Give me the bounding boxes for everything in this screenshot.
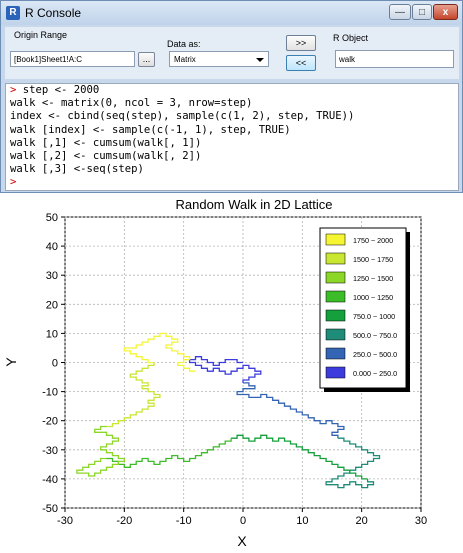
legend-swatch (325, 366, 346, 379)
console-line: walk [index] <- sample(c(-1, 1), step, T… (10, 123, 291, 136)
get-from-r-button[interactable]: << (286, 55, 316, 71)
x-axis-label: X (237, 533, 247, 549)
chart-title: Random Walk in 2D Lattice (175, 197, 332, 212)
maximize-button[interactable]: □ (412, 4, 432, 20)
x-tick-label: 10 (296, 515, 308, 527)
legend-label: 500.0 ~ 750.0 (353, 331, 397, 340)
legend-swatch (325, 347, 346, 360)
legend-box (319, 227, 407, 389)
legend-label: 0.000 ~ 250.0 (353, 369, 397, 378)
console-prompt: > (10, 176, 17, 189)
x-tick-label: 20 (356, 515, 368, 527)
x-tick-label: 30 (415, 515, 427, 527)
y-tick-label: -40 (42, 474, 58, 486)
r-app-icon: R (6, 6, 20, 20)
console-line-prompt: > (10, 176, 458, 189)
r-console-window: R R Console — □ x Origin Range [Book1]Sh… (0, 0, 463, 193)
y-tick-label: -20 (42, 416, 58, 428)
close-button[interactable]: x (433, 4, 458, 20)
console-line: walk [,2] <- cumsum(walk[, 2]) (10, 150, 202, 163)
legend-label: 1000 ~ 1250 (353, 293, 393, 302)
legend-label: 1500 ~ 1750 (353, 255, 393, 264)
legend-swatch (325, 290, 346, 303)
send-to-r-button[interactable]: >> (286, 35, 316, 51)
legend-label: 250.0 ~ 500.0 (353, 350, 397, 359)
data-as-select[interactable]: Matrix (169, 51, 269, 67)
legend-swatch (325, 328, 346, 341)
legend-swatch (325, 271, 346, 284)
y-tick-label: -30 (42, 445, 58, 457)
data-as-value: Matrix (174, 55, 196, 64)
y-tick-label: 30 (46, 270, 58, 282)
controls-panel: Origin Range [Book1]Sheet1!A:C ... Data … (5, 27, 459, 79)
minimize-button[interactable]: — (389, 4, 411, 20)
legend-swatch (325, 252, 346, 265)
y-tick-label: 0 (52, 358, 58, 370)
y-tick-label: 20 (46, 299, 58, 311)
console-line: index <- cbind(seq(step), sample(c(1, 2)… (10, 110, 355, 123)
legend-swatch (325, 233, 346, 246)
data-as-label: Data as: (167, 39, 201, 49)
console-line: walk [,1] <- cumsum(walk[, 1]) (10, 136, 202, 149)
color-legend: 1750 ~ 2000 1500 ~ 1750 1250 ~ 1500 1000 ~ … (319, 227, 410, 392)
browse-button[interactable]: ... (138, 52, 155, 67)
title-bar[interactable]: R R Console — □ x (1, 1, 462, 25)
console-line: walk [,3] <-seq(step) (10, 163, 144, 176)
origin-range-label: Origin Range (14, 30, 68, 40)
y-tick-label: 50 (46, 212, 58, 224)
x-tick-label: -30 (57, 515, 73, 527)
legend-label: 750.0 ~ 1000 (353, 312, 395, 321)
r-object-label: R Object (333, 33, 369, 43)
random-walk-chart: Random Walk in 2D Lattice -30 -20 -10 0 10 20… (3, 197, 427, 549)
legend-swatch (325, 309, 346, 322)
chevron-down-icon (256, 58, 264, 62)
y-tick-label: 10 (46, 328, 58, 340)
console-output[interactable]: > step <- 2000 walk <- matrix(0, ncol = … (5, 83, 459, 191)
y-tick-label: -10 (42, 387, 58, 399)
console-line: > step <- 2000 (10, 84, 100, 96)
console-line: walk <- matrix(0, ncol = 3, nrow=step) (10, 97, 253, 110)
origin-range-field[interactable]: [Book1]Sheet1!A:C (10, 51, 135, 67)
window-title: R Console (25, 6, 82, 20)
x-tick-label: 0 (240, 515, 246, 527)
y-tick-label: 40 (46, 241, 58, 253)
r-object-field[interactable]: walk (335, 50, 454, 68)
y-axis-label: Y (3, 357, 19, 367)
x-tick-label: -20 (116, 515, 132, 527)
y-tick-label: -50 (42, 503, 58, 515)
legend-label: 1750 ~ 2000 (353, 236, 393, 245)
x-tick-label: -10 (176, 515, 192, 527)
legend-label: 1250 ~ 1500 (353, 274, 393, 283)
